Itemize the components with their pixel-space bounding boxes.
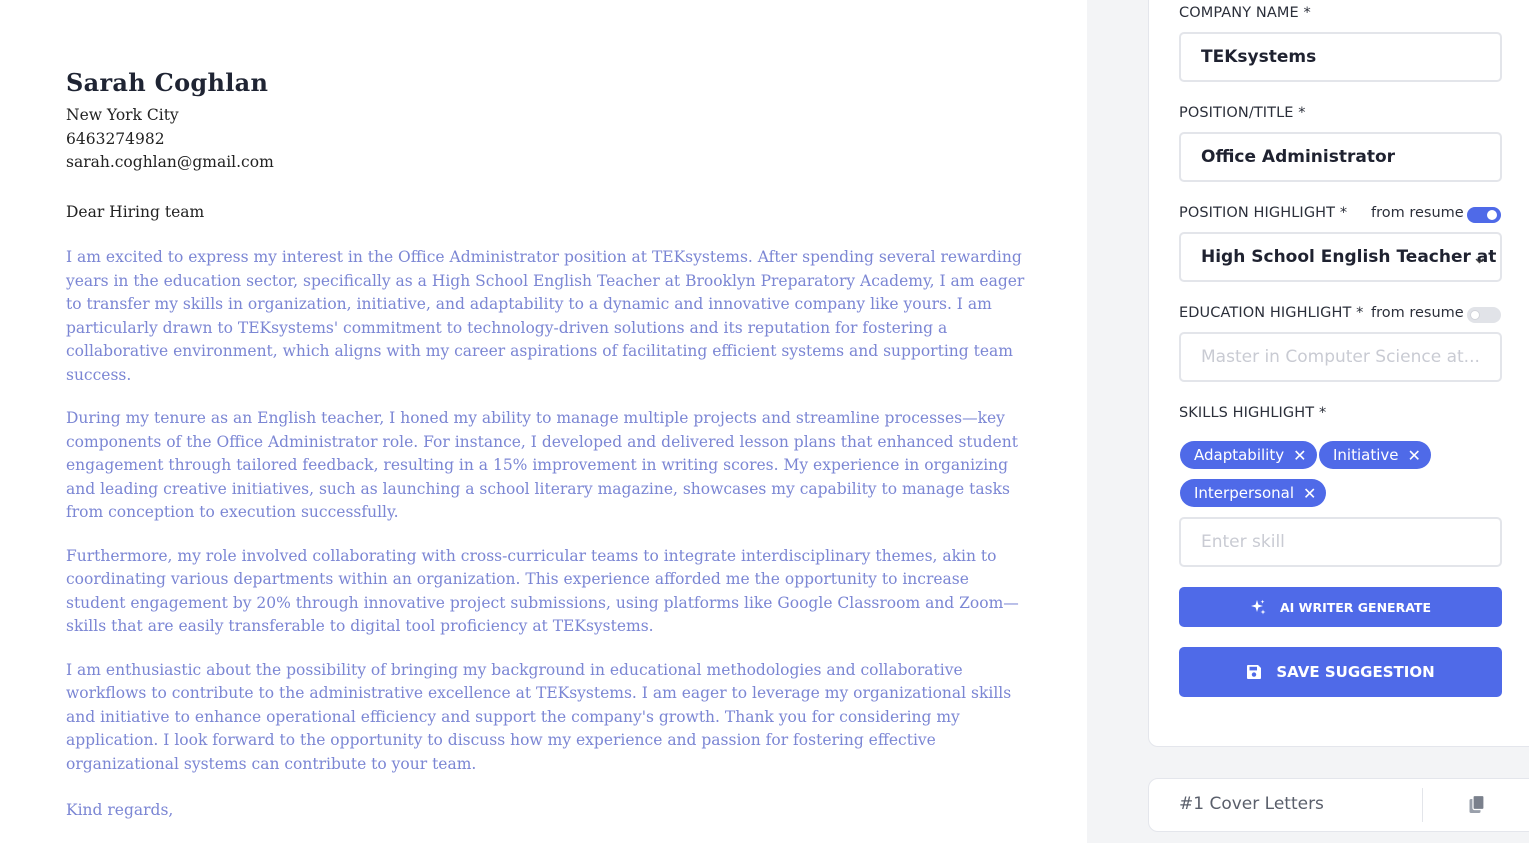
position-highlight-select[interactable]: High School English Teacher at B: [1179, 232, 1502, 282]
letter-paragraph: Furthermore, my role involved collaborat…: [66, 546, 1019, 636]
position-title-value: Office Administrator: [1201, 147, 1396, 167]
letter-paragraph: I am enthusiastic about the possibility …: [66, 660, 1012, 773]
floppy-disk-icon: [1246, 664, 1262, 680]
position-highlight-value: High School English Teacher at B: [1201, 247, 1502, 267]
skills-highlight-label: SKILLS HIGHLIGHT *: [1179, 405, 1327, 421]
letter-closing: Kind regards,: [66, 801, 174, 819]
sparkle-icon: [1250, 599, 1266, 615]
letter-content: Sarah Coghlan New York City 6463274982 s…: [66, 66, 1026, 823]
ai-writer-generate-button[interactable]: AI WRITER GENERATE: [1179, 587, 1502, 627]
cover-letter-preview: Sarah Coghlan New York City 6463274982 s…: [0, 0, 1087, 843]
skill-input-placeholder: Enter skill: [1201, 532, 1285, 552]
salutation: Dear Hiring team: [66, 202, 205, 221]
skill-chip-label: Interpersonal: [1194, 484, 1294, 502]
company-name-value: TEKsystems: [1201, 47, 1317, 67]
position-title-input[interactable]: Office Administrator: [1179, 132, 1502, 182]
close-icon[interactable]: ✕: [1408, 446, 1421, 465]
save-suggestion-button[interactable]: SAVE SUGGESTION: [1179, 647, 1502, 697]
education-highlight-placeholder: Master in Computer Science at...: [1201, 347, 1480, 367]
applicant-phone: 6463274982: [66, 129, 165, 148]
close-icon[interactable]: ✕: [1303, 484, 1316, 503]
close-icon[interactable]: ✕: [1293, 446, 1306, 465]
ai-writer-generate-label: AI WRITER GENERATE: [1280, 599, 1431, 615]
company-name-label: COMPANY NAME *: [1179, 5, 1311, 21]
education-highlight-toggle-label: from resume: [1371, 305, 1464, 321]
position-highlight-label: POSITION HIGHLIGHT *: [1179, 205, 1348, 221]
divider: [1422, 788, 1423, 822]
skill-chip-label: Initiative: [1333, 446, 1399, 464]
education-highlight-label: EDUCATION HIGHLIGHT *: [1179, 305, 1364, 321]
letter-paragraph: I am excited to express my interest in t…: [66, 248, 1025, 384]
company-name-input[interactable]: TEKsystems: [1179, 32, 1502, 82]
copy-icon[interactable]: [1468, 794, 1488, 821]
chevron-down-icon: [1475, 252, 1484, 270]
education-highlight-input[interactable]: Master in Computer Science at...: [1179, 332, 1502, 382]
toggle-knob: [1487, 210, 1497, 220]
skill-chip-label: Adaptability: [1194, 446, 1285, 464]
skill-chip-adaptability: Adaptability ✕: [1180, 441, 1317, 469]
applicant-city: New York City: [66, 106, 179, 124]
position-highlight-toggle[interactable]: [1467, 207, 1501, 223]
position-highlight-toggle-label: from resume: [1371, 205, 1464, 221]
contact-block: New York City 6463274982 sarah.coghlan@g…: [66, 104, 1026, 175]
save-suggestion-label: SAVE SUGGESTION: [1276, 663, 1435, 681]
education-highlight-toggle[interactable]: [1467, 307, 1501, 323]
position-title-label: POSITION/TITLE *: [1179, 105, 1306, 121]
applicant-email: sarah.coghlan@gmail.com: [66, 153, 274, 171]
applicant-name: Sarah Coghlan: [66, 68, 269, 97]
toggle-knob: [1470, 310, 1480, 320]
letter-paragraph: During my tenure as an English teacher, …: [66, 409, 1018, 521]
skill-chip-interpersonal: Interpersonal ✕: [1180, 479, 1327, 507]
skill-input[interactable]: Enter skill: [1179, 517, 1502, 567]
skill-chip-initiative: Initiative ✕: [1319, 441, 1431, 469]
cover-letters-title: #1 Cover Letters: [1179, 794, 1324, 814]
